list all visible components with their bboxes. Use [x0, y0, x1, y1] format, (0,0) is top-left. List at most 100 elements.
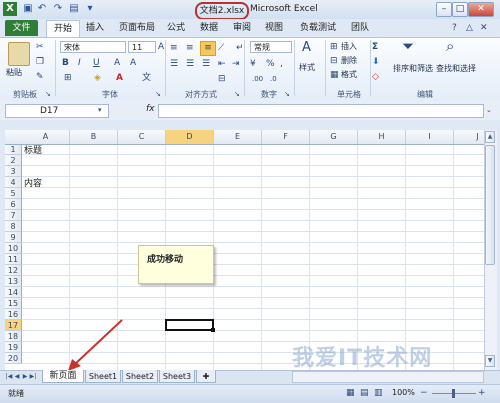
find-select-label[interactable]: 查找和选择 — [434, 63, 478, 74]
row-header-1[interactable]: 1 — [5, 144, 22, 155]
ribbon-minimize-icon[interactable]: △ — [466, 22, 473, 34]
clear-icon[interactable]: ◇ — [372, 71, 379, 83]
row-header-19[interactable]: 19 — [5, 342, 22, 353]
borders-icon[interactable]: ⊞ — [64, 72, 72, 84]
merge-center-icon[interactable]: ⊟ — [218, 73, 226, 85]
fill-handle[interactable] — [211, 328, 215, 332]
minimize-button[interactable]: – — [436, 2, 452, 17]
row-header-18[interactable]: 18 — [5, 331, 22, 342]
formula-input[interactable] — [158, 104, 484, 118]
fill-icon[interactable]: ⬇ — [372, 56, 380, 68]
orientation-icon[interactable]: ⟋ — [218, 42, 224, 54]
alignment-launcher-icon[interactable]: ↘ — [234, 88, 240, 100]
decrease-decimal-icon[interactable]: .0 — [270, 73, 277, 85]
format-cells-icon[interactable]: ▦ — [330, 69, 339, 81]
decrease-font-icon[interactable]: A — [130, 57, 136, 69]
column-header-a[interactable]: A — [22, 130, 70, 144]
font-launcher-icon[interactable]: ↘ — [155, 88, 161, 100]
fill-color-icon[interactable]: ◈ — [94, 72, 101, 84]
normal-view-icon[interactable]: ▦ — [346, 387, 355, 399]
increase-font-icon[interactable]: A — [158, 41, 164, 53]
tab-data[interactable]: 数据 — [197, 20, 221, 36]
row-header-5[interactable]: 5 — [5, 188, 22, 199]
sheet-tab-sheet2[interactable]: Sheet2 — [122, 370, 158, 383]
workbook-close-icon[interactable]: ✕ — [480, 22, 488, 34]
prev-sheet-icon[interactable]: ◀ — [13, 372, 21, 382]
sort-filter-icon[interactable]: ⏷ — [402, 39, 414, 54]
name-box-dropdown-icon[interactable]: ▾ — [98, 104, 102, 116]
font-color-icon[interactable]: A — [116, 72, 123, 84]
increase-decimal-icon[interactable]: .00 — [252, 73, 263, 85]
insert-cells-icon[interactable]: ⊞ — [330, 41, 338, 53]
tab-review[interactable]: 审阅 — [230, 20, 254, 36]
tab-page-layout[interactable]: 页面布局 — [114, 20, 160, 36]
row-header-4[interactable]: 4 — [5, 177, 22, 188]
bold-icon[interactable]: B — [62, 57, 69, 69]
zoom-level[interactable]: 100% — [392, 388, 415, 397]
format-cells-label[interactable]: 格式 — [341, 69, 357, 80]
tab-view[interactable]: 视图 — [262, 20, 286, 36]
column-header-b[interactable]: B — [70, 130, 118, 144]
tab-load-test[interactable]: 负载测试 — [296, 20, 340, 36]
redo-icon[interactable]: ↷ — [52, 3, 64, 15]
align-middle-icon[interactable]: ≡ — [186, 42, 194, 54]
underline-icon[interactable]: U — [93, 57, 100, 69]
column-header-e[interactable]: E — [214, 130, 262, 144]
delete-cells-icon[interactable]: ⊟ — [330, 55, 338, 67]
zoom-slider-thumb[interactable] — [452, 389, 455, 398]
save-icon[interactable]: ▣ — [22, 3, 34, 15]
align-left-icon[interactable]: ☰ — [170, 58, 178, 70]
row-header-8[interactable]: 8 — [5, 221, 22, 232]
row-header-17[interactable]: 17 — [5, 320, 22, 331]
row-header-12[interactable]: 12 — [5, 265, 22, 276]
font-name-select[interactable]: 宋体 — [60, 41, 126, 53]
selected-cell-outline[interactable] — [165, 319, 214, 331]
delete-cells-label[interactable]: 删除 — [341, 55, 357, 66]
row-header-7[interactable]: 7 — [5, 210, 22, 221]
format-painter-icon[interactable]: ✎ — [36, 71, 44, 83]
column-header-g[interactable]: G — [310, 130, 358, 144]
tab-file[interactable]: 文件 — [5, 20, 38, 36]
sheet-tab-new-page[interactable]: 新页面 — [42, 370, 84, 383]
next-sheet-icon[interactable]: ▶ — [21, 372, 29, 382]
help-icon[interactable]: ? — [452, 22, 457, 34]
find-select-icon[interactable]: ⌕ — [446, 39, 454, 54]
align-right-icon[interactable]: ☰ — [202, 58, 210, 70]
accounting-format-icon[interactable]: ¥ — [250, 58, 256, 70]
autosum-icon[interactable]: Σ — [372, 41, 378, 53]
column-header-c[interactable]: C — [118, 130, 166, 144]
page-break-view-icon[interactable]: ▥ — [374, 387, 383, 399]
column-header-i[interactable]: I — [406, 130, 454, 144]
row-header-16[interactable]: 16 — [5, 309, 22, 320]
horizontal-scrollbar[interactable] — [292, 371, 484, 383]
row-header-9[interactable]: 9 — [5, 232, 22, 243]
close-button[interactable]: ✕ — [468, 2, 494, 17]
row-header-11[interactable]: 11 — [5, 254, 22, 265]
decrease-indent-icon[interactable]: ⇤ — [218, 58, 226, 70]
scroll-down-icon[interactable]: ▼ — [485, 355, 495, 367]
tab-formulas[interactable]: 公式 — [164, 20, 188, 36]
paste-icon[interactable] — [8, 42, 30, 66]
styles-icon[interactable]: A — [302, 41, 311, 54]
undo-icon[interactable]: ↶ — [36, 3, 48, 15]
italic-icon[interactable]: I — [78, 57, 81, 69]
comma-style-icon[interactable]: , — [280, 58, 283, 70]
font-color-small-icon[interactable]: A — [114, 57, 120, 69]
tab-home[interactable]: 开始 — [46, 20, 80, 37]
zoom-in-icon[interactable]: + — [478, 387, 486, 399]
sheet-tab-sheet3[interactable]: Sheet3 — [159, 370, 195, 383]
clipboard-launcher-icon[interactable]: ↘ — [45, 88, 51, 100]
align-bottom-icon[interactable]: ≡ — [200, 41, 216, 56]
row-header-10[interactable]: 10 — [5, 243, 22, 254]
insert-cells-label[interactable]: 插入 — [341, 41, 357, 52]
align-center-icon[interactable]: ☰ — [186, 58, 194, 70]
row-header-15[interactable]: 15 — [5, 298, 22, 309]
row-header-2[interactable]: 2 — [5, 155, 22, 166]
percent-style-icon[interactable]: % — [266, 58, 275, 70]
column-header-f[interactable]: F — [262, 130, 310, 144]
row-header-6[interactable]: 6 — [5, 199, 22, 210]
column-header-d[interactable]: D — [166, 130, 214, 144]
align-top-icon[interactable]: ≡ — [170, 42, 178, 54]
wrap-text-icon[interactable]: ↵ — [236, 42, 244, 54]
maximize-button[interactable]: □ — [452, 2, 468, 17]
